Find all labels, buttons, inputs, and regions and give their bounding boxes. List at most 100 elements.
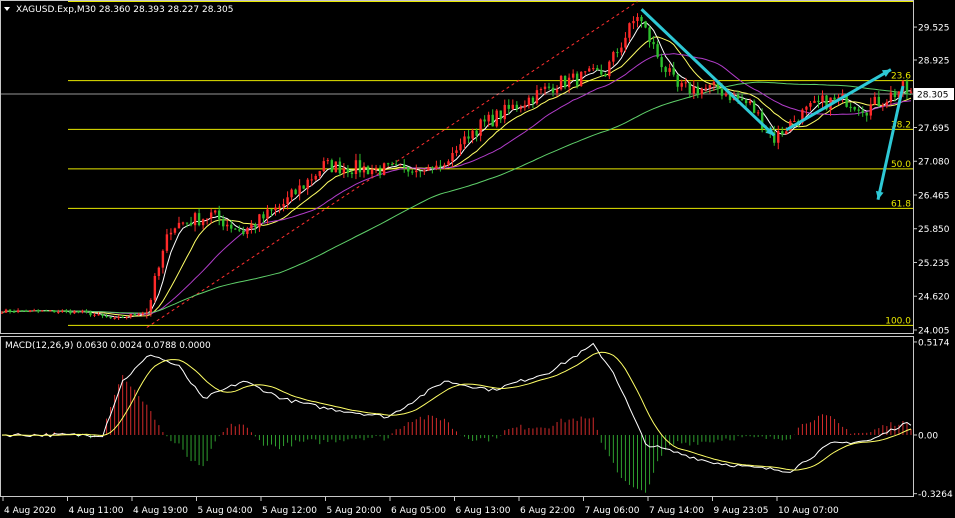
candle-body	[85, 310, 88, 313]
candle-body	[278, 206, 281, 208]
candle-body	[475, 130, 478, 136]
candle-body	[24, 310, 28, 312]
candle-body	[499, 110, 502, 120]
candle-body	[266, 209, 269, 219]
candle-body	[600, 70, 603, 75]
candle-body	[785, 131, 788, 135]
candle-body	[411, 171, 414, 173]
candle-body	[439, 165, 442, 167]
candle-body	[65, 310, 68, 312]
candle-body	[539, 89, 543, 91]
candle-body	[125, 316, 128, 318]
candle-body	[700, 88, 704, 95]
candle-body	[455, 150, 458, 153]
candle-body	[708, 84, 712, 88]
candle-body	[881, 105, 885, 107]
time-tick-label: 5 Aug 12:00	[262, 506, 317, 516]
candle-body	[69, 311, 72, 314]
candle-body	[113, 317, 116, 319]
candle-body	[588, 68, 591, 72]
candle-body	[459, 144, 462, 151]
candle-body	[185, 222, 189, 224]
candle-body	[833, 97, 836, 100]
candle-body	[664, 67, 667, 72]
candle-body	[386, 163, 390, 165]
candle-body	[893, 92, 897, 98]
candle-body	[563, 75, 567, 88]
candle-body	[579, 71, 583, 86]
candle-body	[704, 87, 708, 89]
time-tick-label: 5 Aug 04:00	[198, 506, 253, 516]
candle-body	[869, 104, 872, 116]
candle-body	[358, 160, 362, 173]
candle-body	[857, 109, 860, 111]
candle-body	[592, 68, 595, 70]
candle-body	[254, 224, 257, 228]
candle-body	[423, 170, 426, 172]
candle-body	[342, 168, 346, 174]
price-tick-label: 29.525	[918, 24, 950, 34]
fib-label-3: 50.0	[891, 160, 911, 170]
candle-body	[378, 167, 382, 176]
candle-body	[121, 316, 124, 318]
candle-body	[849, 106, 852, 108]
macd-tick-label: 0.5174	[918, 338, 950, 348]
candle-body	[250, 224, 253, 229]
candle-body	[81, 310, 84, 313]
time-tick-label: 6 Aug 05:00	[391, 506, 446, 516]
candle-body	[748, 101, 752, 104]
candle-body	[354, 160, 358, 175]
candle-body	[298, 185, 301, 195]
symbol-header: XAGUSD.Exp,M30 28.360 28.393 28.227 28.3…	[16, 5, 233, 15]
candle-body	[463, 136, 466, 145]
candle-body	[246, 228, 249, 235]
candle-body	[270, 209, 273, 211]
candle-body	[660, 57, 663, 68]
candle-body	[427, 167, 430, 171]
candle-body	[129, 314, 132, 317]
candle-body	[8, 309, 12, 312]
candle-body	[197, 213, 201, 226]
candle-body	[161, 250, 165, 268]
candle-body	[612, 52, 615, 62]
candle-body	[209, 212, 213, 219]
candle-body	[821, 95, 824, 103]
candle-body	[861, 110, 864, 113]
candle-body	[435, 165, 438, 169]
candle-body	[407, 167, 410, 172]
candle-body	[809, 102, 812, 107]
price-tick-label: 27.080	[918, 158, 950, 168]
candle-body	[543, 86, 547, 90]
candle-body	[12, 311, 16, 313]
candle-body	[620, 47, 623, 53]
time-tick-label: 5 Aug 20:00	[327, 506, 382, 516]
candle-body	[145, 312, 149, 314]
candle-body	[419, 170, 422, 172]
candle-body	[57, 311, 60, 313]
candle-body	[479, 119, 482, 136]
candle-body	[535, 90, 539, 104]
candle-body	[853, 107, 856, 110]
candle-body	[491, 114, 494, 127]
candle-body	[451, 152, 454, 162]
candle-body	[865, 112, 868, 116]
candle-body	[632, 21, 635, 24]
candle-body	[523, 105, 527, 108]
candle-body	[684, 82, 687, 84]
candle-body	[744, 100, 748, 104]
candle-body	[73, 311, 76, 314]
candle-body	[32, 310, 36, 312]
price-tick-label: 25.850	[918, 225, 950, 235]
candle-body	[636, 17, 639, 22]
candle-body	[403, 164, 406, 168]
candle-body	[350, 172, 354, 175]
candle-body	[656, 44, 659, 58]
candle-body	[575, 73, 579, 86]
time-tick-label: 6 Aug 13:00	[456, 506, 511, 516]
candle-body	[756, 112, 760, 114]
candle-body	[487, 114, 490, 122]
time-tick-label: 4 Aug 2020	[4, 506, 56, 516]
candle-body	[624, 37, 627, 48]
candle-body	[230, 224, 233, 229]
background	[0, 0, 955, 518]
